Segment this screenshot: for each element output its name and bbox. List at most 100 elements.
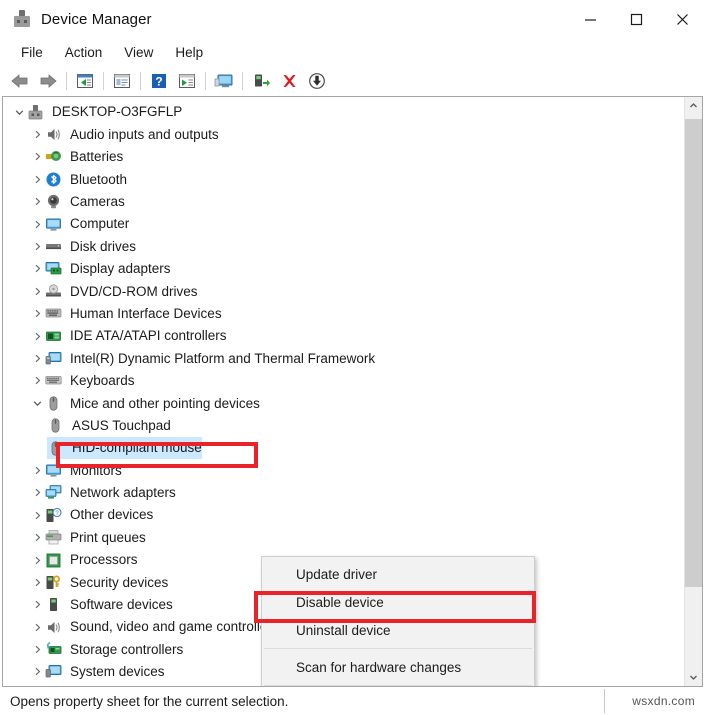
tree-row-batteries[interactable]: Batteries: [3, 146, 685, 168]
uninstall-device-button[interactable]: [275, 68, 303, 94]
tree-row-label: Audio inputs and outputs: [70, 126, 219, 142]
tree-row-print-queues[interactable]: Print queues: [3, 526, 685, 548]
up-one-level-button[interactable]: [71, 68, 99, 94]
security-device-icon: [45, 574, 63, 591]
tree-row-network-adapters[interactable]: Network adapters: [3, 482, 685, 504]
tree-row-asus-touchpad[interactable]: ASUS Touchpad: [3, 414, 685, 436]
monitor-icon: [45, 462, 63, 479]
chevron-right-icon[interactable]: [29, 242, 45, 251]
tree-row-cameras[interactable]: Cameras: [3, 191, 685, 213]
tree-row-label: Mice and other pointing devices: [70, 395, 260, 411]
chevron-right-icon[interactable]: [29, 511, 45, 520]
scan-display-button[interactable]: [210, 68, 238, 94]
chevron-right-icon[interactable]: [29, 197, 45, 206]
context-menu-item-scan-for-hardware-changes[interactable]: Scan for hardware changes: [262, 653, 534, 681]
scroll-up-button[interactable]: [685, 97, 702, 114]
chevron-right-icon[interactable]: [29, 354, 45, 363]
tree-row-label: ASUS Touchpad: [72, 417, 171, 433]
chevron-right-icon[interactable]: [29, 175, 45, 184]
chevron-right-icon[interactable]: [29, 488, 45, 497]
tree-row-label: IDE ATA/ATAPI controllers: [70, 328, 227, 344]
tree-row-human-interface-devices[interactable]: Human Interface Devices: [3, 303, 685, 325]
menu-action[interactable]: Action: [54, 42, 114, 63]
chevron-down-icon[interactable]: [29, 399, 45, 408]
processor-icon: [45, 552, 63, 569]
tree-row-keyboards[interactable]: Keyboards: [3, 370, 685, 392]
close-button[interactable]: [659, 0, 705, 38]
menu-help[interactable]: Help: [164, 42, 214, 63]
vertical-scrollbar[interactable]: [684, 97, 702, 686]
scrollbar-thumb[interactable]: [685, 119, 702, 587]
tree-row-label: Print queues: [70, 529, 146, 545]
menu-view[interactable]: View: [113, 42, 164, 63]
device-tree-panel: DESKTOP-O3FGFLP Audio inputs and outputs: [2, 96, 703, 686]
keyboard-icon: [45, 372, 63, 389]
chevron-right-icon[interactable]: [29, 130, 45, 139]
scroll-down-button[interactable]: [685, 669, 702, 686]
tree-row-audio-inputs-and-outputs[interactable]: Audio inputs and outputs: [3, 123, 685, 145]
maximize-button[interactable]: [613, 0, 659, 38]
chevron-right-icon[interactable]: [29, 556, 45, 565]
tree-row-label: HID-compliant mouse: [72, 440, 202, 456]
tree-row-mice-and-other-pointing-devices[interactable]: Mice and other pointing devices: [3, 392, 685, 414]
chevron-right-icon[interactable]: [29, 287, 45, 296]
update-driver-button[interactable]: [247, 68, 275, 94]
chevron-right-icon[interactable]: [29, 309, 45, 318]
tree-row-hid-compliant-mouse[interactable]: HID-compliant mouse: [3, 436, 685, 460]
tree-row-label: Cameras: [70, 194, 125, 209]
chevron-right-icon[interactable]: [29, 332, 45, 341]
context-menu-separator: [264, 648, 532, 649]
toolbar: ?: [0, 66, 705, 96]
chevron-right-icon[interactable]: [29, 466, 45, 475]
back-button[interactable]: [6, 68, 34, 94]
other-device-icon: ?: [45, 507, 63, 524]
chevron-right-icon[interactable]: [29, 645, 45, 654]
context-menu-item-uninstall-device[interactable]: Uninstall device: [262, 616, 534, 644]
chevron-right-icon[interactable]: [29, 220, 45, 229]
tree-row-ide-ata-atapi-controllers[interactable]: IDE ATA/ATAPI controllers: [3, 325, 685, 347]
watermark: wsxdn.com: [632, 694, 695, 708]
forward-button[interactable]: [34, 68, 62, 94]
thermal-framework-icon: [45, 350, 63, 367]
tree-row-label: Sound, video and game controllers: [70, 619, 279, 635]
show-hide-console-tree-button[interactable]: [108, 68, 136, 94]
tree-row-bluetooth[interactable]: Bluetooth: [3, 168, 685, 190]
tree-row-computer[interactable]: Computer: [3, 213, 685, 235]
chevron-right-icon[interactable]: [29, 667, 45, 676]
chevron-right-icon[interactable]: [29, 152, 45, 161]
speaker-icon: [45, 619, 63, 636]
tree-row-dvd-cd-rom-drives[interactable]: DVD/CD-ROM drives: [3, 280, 685, 302]
context-menu-item-update-driver[interactable]: Update driver: [262, 560, 534, 588]
ide-controller-icon: [45, 328, 63, 345]
network-adapter-icon: [45, 484, 63, 501]
tree-row-monitors[interactable]: Monitors: [3, 459, 685, 481]
window-play-icon: [179, 74, 195, 88]
status-separator: [604, 689, 605, 713]
tree-row-intel-dynamic-platform-and-thermal-framework[interactable]: Intel(R) Dynamic Platform and Thermal Fr…: [3, 347, 685, 369]
forward-arrow-icon: [40, 74, 57, 88]
bluetooth-icon: [45, 171, 63, 188]
chevron-right-icon[interactable]: [29, 600, 45, 609]
tree-row-display-adapters[interactable]: Display adapters: [3, 258, 685, 280]
scan-hardware-changes-button[interactable]: [303, 68, 331, 94]
menu-file[interactable]: File: [10, 42, 54, 63]
context-menu-item-disable-device[interactable]: Disable device: [262, 588, 534, 616]
chevron-right-icon[interactable]: [29, 533, 45, 542]
chevron-right-icon[interactable]: [29, 376, 45, 385]
chevron-right-icon[interactable]: [29, 623, 45, 632]
context-menu[interactable]: Update driver Disable device Uninstall d…: [261, 556, 535, 686]
chevron-right-icon[interactable]: [29, 578, 45, 587]
tree-row-label: Processors: [70, 552, 138, 568]
download-arrow-icon: [309, 73, 325, 89]
dvd-drive-icon: [45, 283, 63, 300]
tree-row-root[interactable]: DESKTOP-O3FGFLP: [3, 101, 685, 123]
help-button[interactable]: ?: [145, 68, 173, 94]
chevron-right-icon[interactable]: [29, 264, 45, 273]
menu-bar: File Action View Help: [0, 38, 705, 66]
minimize-button[interactable]: [567, 0, 613, 38]
tree-row-disk-drives[interactable]: Disk drives: [3, 235, 685, 257]
status-bar: Opens property sheet for the current sel…: [2, 686, 703, 715]
tree-row-other-devices[interactable]: ? Other devices: [3, 504, 685, 526]
show-hide-action-pane-button[interactable]: [173, 68, 201, 94]
chevron-down-icon[interactable]: [11, 108, 27, 117]
